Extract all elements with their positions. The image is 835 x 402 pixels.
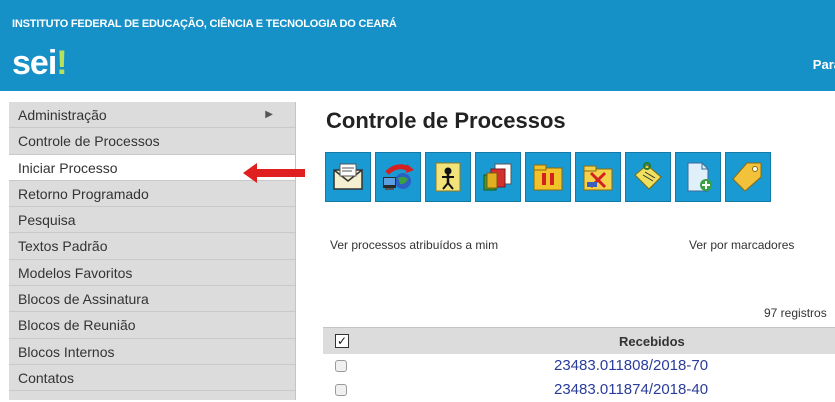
process-number-link[interactable]: 23483.011808/2018-70 [554, 357, 708, 374]
sidebar-item-label: Blocos Internos [18, 343, 115, 360]
red-arrow-icon [243, 163, 305, 183]
sidebar-item-modelos-favoritos[interactable]: Modelos Favoritos [9, 260, 295, 287]
process-number-link[interactable]: 23483.011874/2018-40 [554, 381, 708, 398]
logo-accent: ! [56, 44, 67, 82]
sidebar-item-label: Blocos de Assinatura [18, 291, 149, 308]
sticky-note-icon[interactable] [625, 152, 671, 202]
sidebar-item-label: Pesquisa [18, 212, 76, 229]
sidebar-item-blocos-de-assinatura[interactable]: Blocos de Assinatura [9, 286, 295, 313]
tag-icon[interactable] [725, 152, 771, 202]
table-header: ✓ Recebidos [323, 327, 835, 354]
sidebar-item-pesquisa[interactable]: Pesquisa [9, 207, 295, 234]
sidebar-item-blocos-internos[interactable]: Blocos Internos [9, 339, 295, 365]
institution-name: INSTITUTO FEDERAL DE EDUCAÇÃO, CIÊNCIA E… [12, 18, 397, 30]
envelope-icon[interactable] [325, 152, 371, 202]
header-right-text[interactable]: Para [813, 57, 835, 72]
sidebar-item-label: Administração [18, 107, 107, 123]
records-count: 97 registros [764, 306, 827, 320]
sidebar-menu: Administração ▶ Controle de Processos Ini… [9, 102, 296, 400]
received-processes-table: ✓ Recebidos 23483.011808/2018-70 23483.0… [323, 327, 835, 402]
sidebar-item-textos-padrao[interactable]: Textos Padrão [9, 233, 295, 260]
sidebar-item-contatos[interactable]: Contatos [9, 365, 295, 392]
sidebar-item-administracao[interactable]: Administração ▶ [9, 102, 295, 129]
documents-icon[interactable] [475, 152, 521, 202]
assign-person-icon[interactable] [425, 152, 471, 202]
pause-icon[interactable] [525, 152, 571, 202]
sidebar-item-label: Iniciar Processo [18, 159, 118, 176]
sidebar-item-label: Controle de Processos [18, 133, 160, 150]
sei-logo[interactable]: sei! [12, 44, 68, 83]
sidebar-item-label: Contatos [18, 369, 75, 386]
top-header: INSTITUTO FEDERAL DE EDUCAÇÃO, CIÊNCIA E… [0, 0, 835, 91]
sidebar-item-retorno-programado[interactable]: Retorno Programado [9, 181, 295, 208]
select-all-checkbox[interactable]: ✓ [335, 334, 349, 348]
markers-view-link[interactable]: Ver por marcadores [689, 238, 794, 252]
column-header-recebidos: Recebidos [619, 334, 685, 349]
toolbar [325, 152, 771, 202]
row-checkbox[interactable] [335, 384, 347, 396]
sidebar-item-controle-de-processos[interactable]: Controle de Processos [9, 128, 295, 155]
chevron-right-icon: ▶ [265, 109, 273, 120]
sidebar-item-label: Blocos de Reunião [18, 317, 136, 334]
logo-text: sei [12, 44, 57, 82]
page-title: Controle de Processos [326, 108, 566, 133]
sidebar-item-blocos-de-reuniao[interactable]: Blocos de Reunião [9, 312, 295, 339]
close-folder-icon[interactable] [575, 152, 621, 202]
row-checkbox[interactable] [335, 360, 347, 372]
globe-transfer-icon[interactable] [375, 152, 421, 202]
assigned-processes-link[interactable]: Ver processos atribuídos a mim [330, 238, 498, 252]
table-row: 23483.011874/2018-40 [323, 378, 835, 402]
sidebar-item-label: Textos Padrão [18, 238, 108, 255]
table-row: 23483.011808/2018-70 [323, 354, 835, 378]
sidebar-item-label: Modelos Favoritos [18, 264, 133, 281]
new-document-icon[interactable] [675, 152, 721, 202]
sidebar-item-label: Retorno Programado [18, 185, 149, 202]
